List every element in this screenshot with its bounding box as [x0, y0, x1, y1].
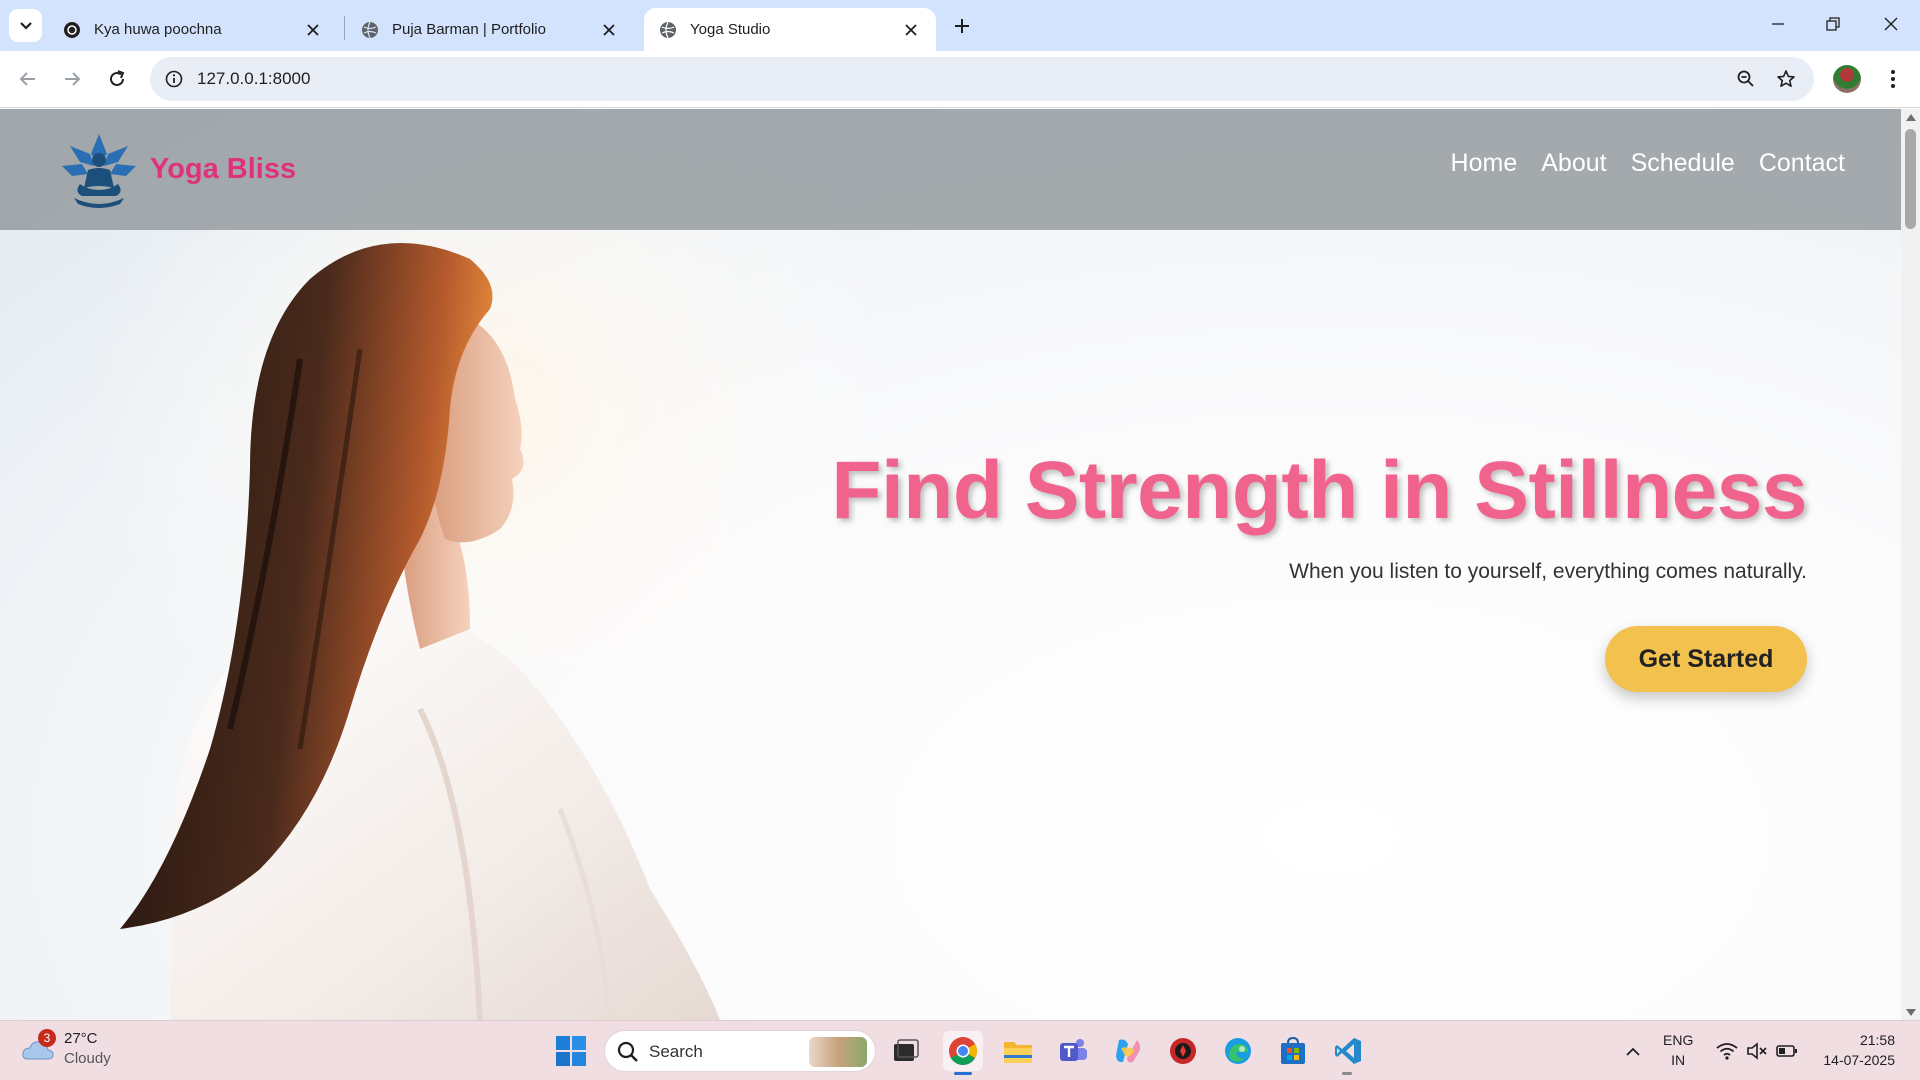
address-bar[interactable]: 127.0.0.1:8000: [150, 57, 1814, 101]
zoom-icon[interactable]: [1732, 65, 1760, 93]
close-icon[interactable]: [302, 19, 324, 41]
taskbar-search-box[interactable]: Search: [604, 1030, 876, 1072]
bookmark-star-icon[interactable]: [1772, 65, 1800, 93]
tab-yoga-studio[interactable]: Yoga Studio: [644, 8, 936, 51]
chrome-icon[interactable]: [943, 1031, 983, 1071]
globe-icon: [658, 20, 678, 40]
region-code: IN: [1671, 1052, 1686, 1068]
search-placeholder: Search: [649, 1042, 703, 1061]
copilot-icon[interactable]: [1108, 1031, 1148, 1071]
page-viewport: Yoga Bliss Home About Schedule Contact F…: [0, 109, 1901, 1020]
tab-puja-barman-portfolio[interactable]: Puja Barman | Portfolio: [346, 8, 634, 51]
weather-condition: Cloudy: [64, 1050, 111, 1067]
microsoft-store-icon[interactable]: [1273, 1031, 1313, 1071]
chevron-up-icon: [1626, 1047, 1640, 1056]
profile-avatar[interactable]: [1833, 65, 1861, 93]
browser-toolbar: 127.0.0.1:8000: [0, 51, 1920, 108]
language-code: ENG: [1663, 1032, 1694, 1048]
edge-icon[interactable]: [1218, 1031, 1258, 1071]
tab-title: Yoga Studio: [690, 21, 771, 38]
weather-temp: 27°C: [64, 1030, 98, 1047]
tab-title: Puja Barman | Portfolio: [392, 21, 546, 38]
meditation-lotus-icon[interactable]: [60, 132, 138, 210]
reload-button[interactable]: [101, 63, 133, 95]
clock-date: 14-07-2025: [1823, 1052, 1895, 1068]
clock-time: 21:58: [1859, 1032, 1895, 1048]
active-app-indicator: [954, 1072, 972, 1075]
url-text[interactable]: 127.0.0.1:8000: [197, 69, 310, 89]
task-view-icon[interactable]: [886, 1031, 926, 1071]
hero-subtitle: When you listen to yourself, everything …: [1289, 560, 1807, 583]
arrow-left-icon: [19, 72, 35, 86]
get-started-button[interactable]: Get Started: [1605, 626, 1807, 692]
arrow-right-icon: [65, 72, 81, 86]
search-highlight-image: [809, 1037, 867, 1067]
nav-about-link[interactable]: About: [1541, 149, 1606, 178]
plus-icon: [955, 19, 969, 33]
browser-menu-button[interactable]: [1879, 65, 1907, 93]
tab-search-button[interactable]: [9, 9, 42, 42]
weather-alert-badge: 3: [38, 1029, 56, 1047]
scrollbar-thumb[interactable]: [1905, 129, 1916, 229]
close-icon[interactable]: [598, 19, 620, 41]
show-hidden-icons-button[interactable]: [1620, 1038, 1646, 1064]
volume-muted-icon[interactable]: [1746, 1040, 1768, 1062]
battery-icon[interactable]: [1776, 1040, 1798, 1062]
restore-icon: [1826, 17, 1840, 31]
windows-taskbar: 3 27°C Cloudy Search ENG IN 21:58 14-07-…: [0, 1020, 1920, 1080]
recorder-app-icon[interactable]: [1163, 1031, 1203, 1071]
tab-separator: [344, 16, 345, 40]
main-nav: Home About Schedule Contact: [1451, 149, 1845, 178]
tab-title: Kya huwa poochna: [94, 21, 222, 38]
teams-icon[interactable]: [1053, 1031, 1093, 1071]
windows-start-icon[interactable]: [555, 1035, 587, 1067]
nav-schedule-link[interactable]: Schedule: [1631, 149, 1735, 178]
site-info-icon[interactable]: [160, 65, 188, 93]
nav-home-link[interactable]: Home: [1451, 149, 1518, 178]
scroll-down-arrow-icon[interactable]: [1905, 1007, 1916, 1017]
openai-icon: [62, 20, 82, 40]
minimize-button[interactable]: [1758, 8, 1798, 40]
weather-widget[interactable]: 3 27°C Cloudy: [20, 1029, 111, 1069]
restore-button[interactable]: [1813, 8, 1853, 40]
search-icon: [617, 1041, 638, 1062]
close-icon: [1884, 17, 1898, 31]
hero-woman-image: [0, 109, 900, 1020]
page-scrollbar[interactable]: [1901, 109, 1920, 1020]
cloud-icon: 3: [20, 1029, 56, 1067]
hero-title: Find Strength in Stillness: [831, 445, 1807, 536]
file-explorer-icon[interactable]: [998, 1031, 1038, 1071]
chevron-down-icon: [19, 21, 32, 30]
browser-tab-strip: Kya huwa poochna Puja Barman | Portfolio…: [0, 0, 1920, 51]
scroll-up-arrow-icon[interactable]: [1905, 112, 1916, 122]
reload-icon: [110, 70, 125, 86]
running-app-indicator: [1342, 1072, 1352, 1075]
minimize-icon: [1772, 23, 1784, 25]
vscode-icon[interactable]: [1328, 1031, 1368, 1071]
close-icon[interactable]: [900, 19, 922, 41]
tab-kya-huwa-poochna[interactable]: Kya huwa poochna: [48, 8, 338, 51]
wifi-icon[interactable]: [1716, 1040, 1738, 1062]
back-button[interactable]: [12, 63, 44, 95]
nav-contact-link[interactable]: Contact: [1759, 149, 1845, 178]
brand-name[interactable]: Yoga Bliss: [150, 153, 296, 186]
language-indicator[interactable]: ENG IN: [1663, 1030, 1693, 1070]
globe-icon: [360, 20, 380, 40]
forward-button[interactable]: [56, 63, 88, 95]
more-vertical-icon: [1891, 70, 1895, 88]
site-header: Yoga Bliss Home About Schedule Contact: [0, 109, 1901, 230]
new-tab-button[interactable]: [948, 12, 976, 40]
system-clock[interactable]: 21:58 14-07-2025: [1823, 1030, 1895, 1070]
close-window-button[interactable]: [1871, 8, 1911, 40]
